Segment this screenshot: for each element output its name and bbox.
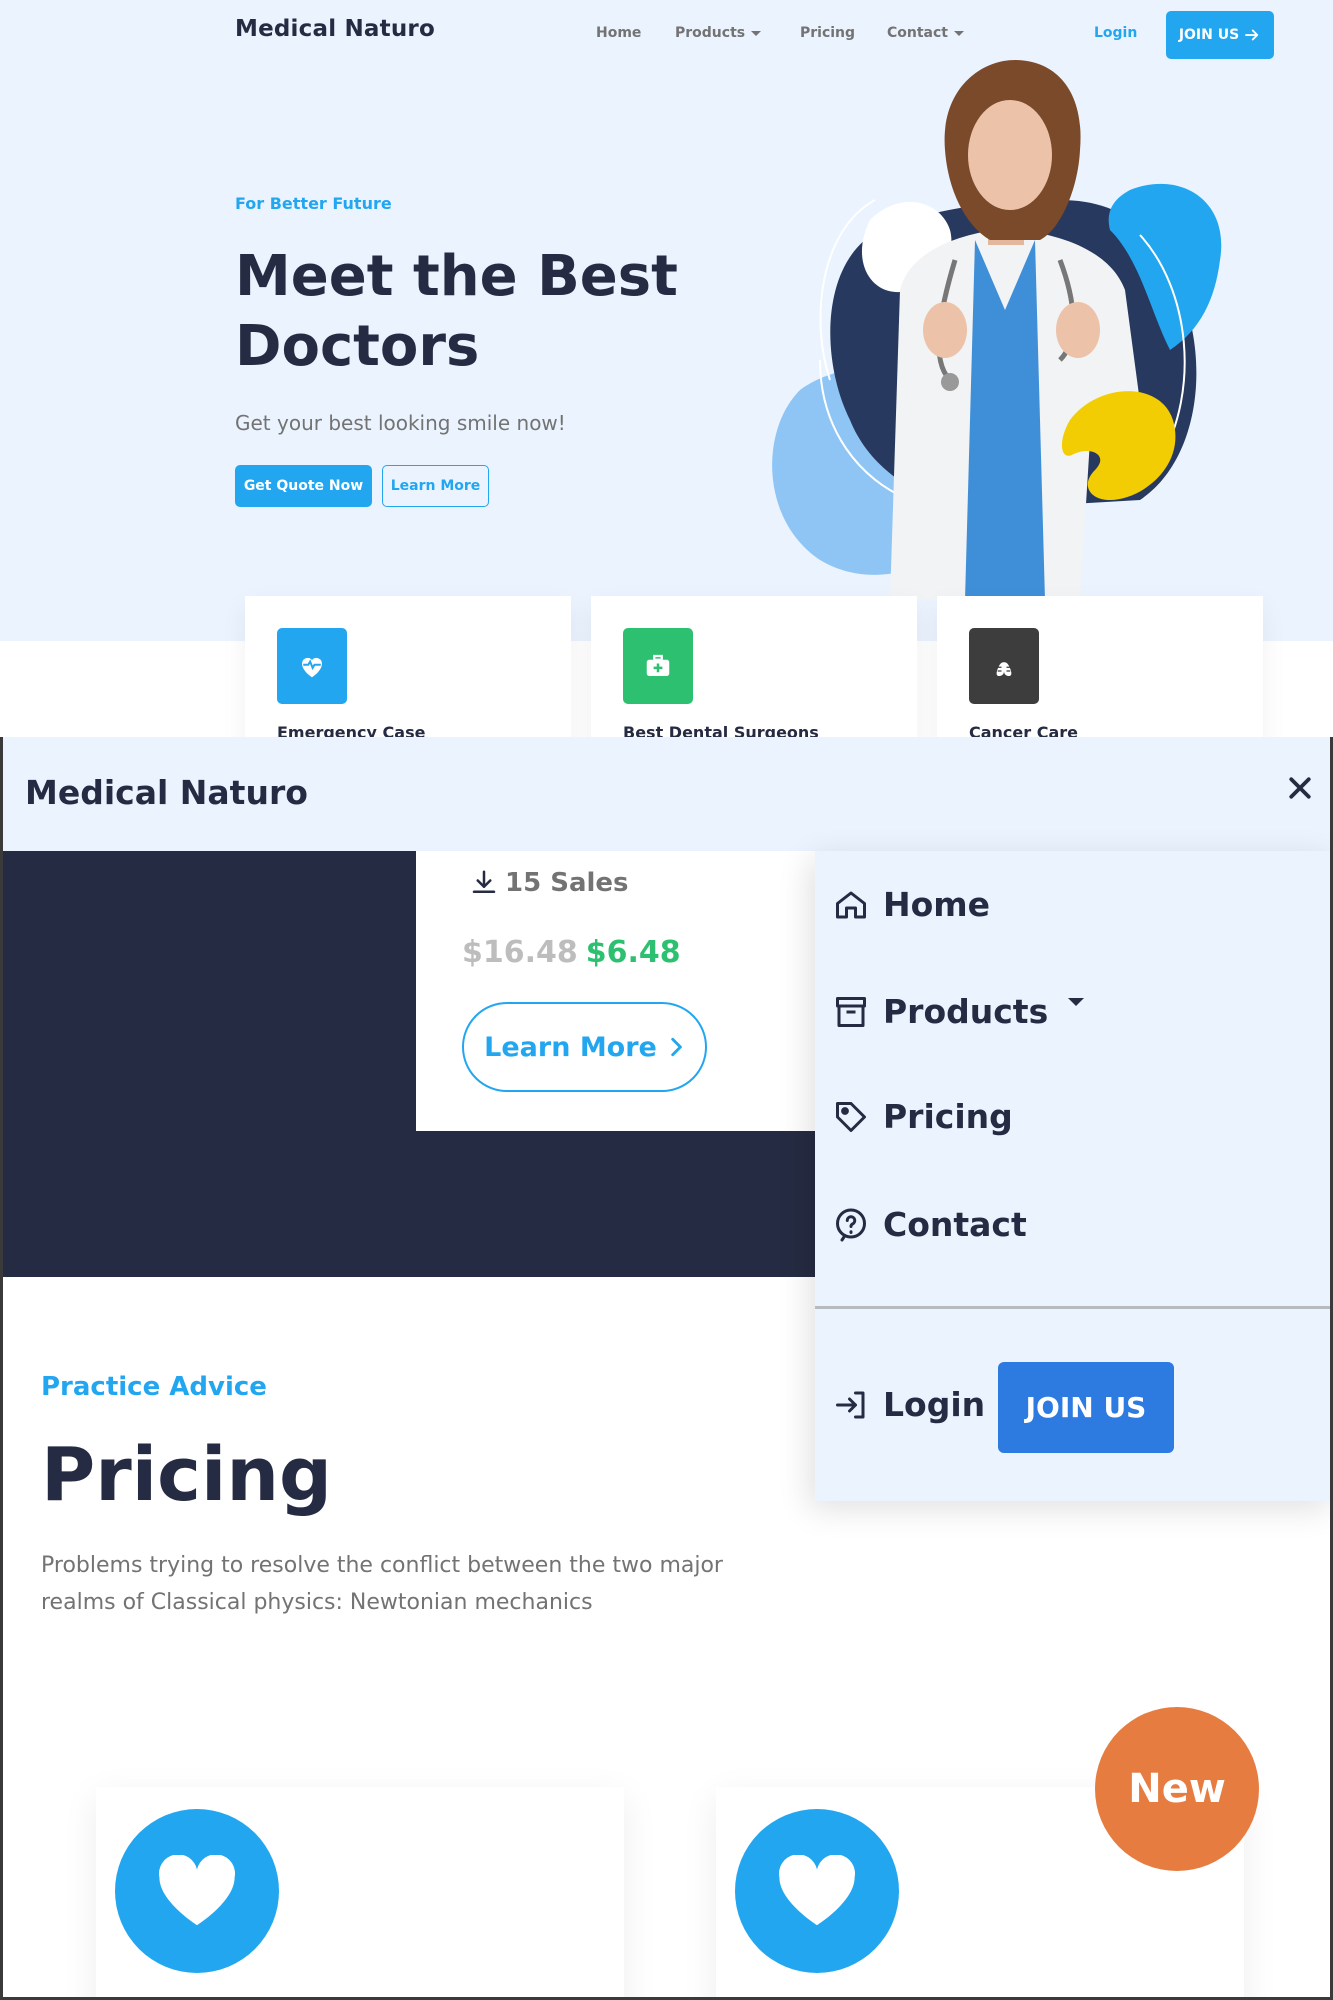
close-icon[interactable] [1285,773,1315,803]
hero-subtitle: Get your best looking smile now! [235,411,566,435]
nav-products-label: Products [675,25,746,41]
feature-card-cancer[interactable]: Cancer Care [937,596,1263,737]
product-learn-more-button[interactable]: Learn More [462,1002,707,1092]
menu-join-us-button[interactable]: JOIN US [998,1362,1174,1453]
menu-item-pricing[interactable]: Pricing [833,1097,1013,1136]
home-icon [836,891,866,918]
get-quote-button[interactable]: Get Quote Now [235,465,372,507]
chevron-right-icon [671,1037,682,1057]
download-icon [472,870,496,893]
mobile-brand-logo[interactable]: Medical Naturo [25,773,308,812]
sales-label: 15 Sales [505,868,629,898]
archive-icon [836,996,866,1027]
login-link[interactable]: Login [1094,25,1137,41]
menu-login-label: Login [883,1385,986,1424]
brand-logo[interactable]: Medical Naturo [235,16,435,42]
lungs-icon [969,628,1039,704]
join-us-button[interactable]: JOIN US [1166,11,1274,59]
mobile-menu-panel: Home Products Pricing Contact Login JOIN… [815,851,1330,1501]
nav-products[interactable]: Products [675,25,762,41]
menu-login-link[interactable]: Login [833,1385,985,1424]
section-paragraph: Problems trying to resolve the conflict … [41,1553,723,1615]
feature-title: Cancer Care [969,723,1079,737]
chevron-down-icon [751,30,762,36]
nav-contact-label: Contact [887,25,948,41]
sales-count: 15 Sales [469,868,629,898]
menu-item-label: Pricing [883,1097,1013,1136]
nav-pricing[interactable]: Pricing [800,25,855,41]
learn-more-button[interactable]: Learn More [382,465,489,507]
hero-eyebrow: For Better Future [235,194,392,213]
menu-item-label: Home [883,885,991,924]
mobile-view: Medical Naturo 15 Sales $16.48 $6.48 Lear… [0,737,1333,2000]
join-us-label: JOIN US [1178,27,1240,43]
tag-icon [836,1101,866,1132]
help-circle-icon [836,1208,866,1241]
arrow-right-icon [1245,29,1259,41]
heart-icon [115,1809,279,1973]
chevron-down-icon [1068,997,1085,1006]
hero-title: Meet the Best Doctors [235,244,678,379]
new-price: $6.48 [585,935,681,970]
menu-item-label: Products [883,992,1049,1031]
medical-kit-icon [623,628,693,704]
heart-icon [735,1809,899,1973]
doctor-hero-image [772,60,1222,600]
learn-more-label: Learn More [484,1031,657,1063]
section-eyebrow: Practice Advice [41,1372,267,1402]
menu-item-contact[interactable]: Contact [833,1205,1027,1244]
section-title: Pricing [41,1432,332,1518]
feature-card-emergency[interactable]: Emergency Case [245,596,571,737]
chevron-down-icon [954,30,964,36]
product-price: $16.48 $6.48 [462,935,681,970]
menu-divider [815,1306,1330,1309]
new-badge: New [1095,1707,1259,1871]
login-icon [836,1391,865,1418]
desktop-view: Medical Naturo Home Products Pricing Con… [0,0,1333,737]
nav-home[interactable]: Home [596,25,641,41]
feature-title: Emergency Case [277,723,426,737]
nav-contact[interactable]: Contact [887,25,964,41]
heart-pulse-icon [277,628,347,704]
menu-item-label: Contact [883,1205,1027,1244]
feature-card-dental[interactable]: Best Dental Surgeons [591,596,917,737]
menu-item-home[interactable]: Home [833,885,990,924]
old-price: $16.48 [462,935,578,970]
feature-title: Best Dental Surgeons [623,723,819,737]
menu-item-products[interactable]: Products [833,992,1085,1031]
